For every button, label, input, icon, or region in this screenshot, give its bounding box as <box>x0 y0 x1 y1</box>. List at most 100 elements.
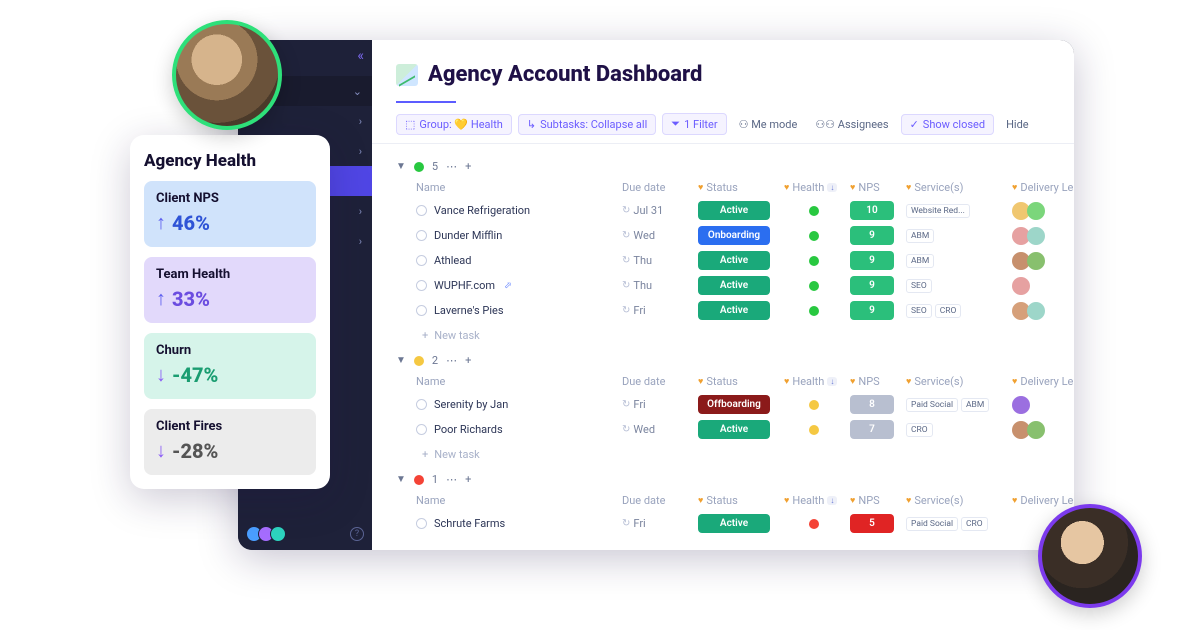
recur-icon: ↻ <box>622 205 630 216</box>
health-dot[interactable] <box>809 425 819 435</box>
task-row[interactable]: Poor Richards ↻Wed Active 7 CRO <box>396 417 1050 442</box>
lead-avatar[interactable] <box>1027 227 1045 245</box>
due-date[interactable]: ↻Fri <box>622 398 692 411</box>
status-circle-icon[interactable] <box>416 305 427 316</box>
task-name: Schrute Farms <box>434 517 505 530</box>
lead-avatar[interactable] <box>1027 302 1045 320</box>
service-tag[interactable]: Paid Social <box>906 517 958 531</box>
status-circle-icon[interactable] <box>416 205 427 216</box>
status-badge[interactable]: Active <box>698 514 770 533</box>
status-circle-icon[interactable] <box>416 518 427 529</box>
due-date[interactable]: ↻Thu <box>622 254 692 267</box>
due-date[interactable]: ↻Fri <box>622 517 692 530</box>
lead-avatar[interactable] <box>1012 396 1030 414</box>
more-icon[interactable]: ⋯ <box>446 473 457 486</box>
group-by-pill[interactable]: ⬚Group: 💛 Health <box>396 114 512 135</box>
status-circle-icon[interactable] <box>416 399 427 410</box>
filter-pill[interactable]: ⏷1 Filter <box>662 113 726 135</box>
group-header[interactable]: ▼ 5 ⋯ + <box>396 160 1050 173</box>
status-circle-icon[interactable] <box>416 424 427 435</box>
health-dot[interactable] <box>809 306 819 316</box>
due-date[interactable]: ↻Thu <box>622 279 692 292</box>
health-dot[interactable] <box>809 206 819 216</box>
status-badge[interactable]: Active <box>698 301 770 320</box>
new-task-button[interactable]: +New task <box>396 442 1050 467</box>
task-row[interactable]: Laverne's Pies ↻Fri Active 9 SEOCRO <box>396 298 1050 323</box>
service-tag[interactable]: ABM <box>961 398 989 412</box>
task-row[interactable]: Schrute Farms ↻Fri Active 5 Paid SocialC… <box>396 511 1050 536</box>
task-row[interactable]: WUPHF.com⬀ ↻Thu Active 9 SEO <box>396 273 1050 298</box>
more-icon[interactable]: ⋯ <box>446 354 457 367</box>
nps-badge[interactable]: 9 <box>850 301 894 320</box>
add-task-icon[interactable]: + <box>465 473 471 486</box>
service-tag[interactable]: ABM <box>906 229 934 243</box>
task-row[interactable]: Vance Refrigeration ↻Jul 31 Active 10 We… <box>396 198 1050 223</box>
lead-avatar[interactable] <box>1027 421 1045 439</box>
task-row[interactable]: Athlead ↻Thu Active 9 ABM <box>396 248 1050 273</box>
health-dot[interactable] <box>809 400 819 410</box>
help-icon[interactable]: ? <box>350 527 364 541</box>
show-closed-pill[interactable]: ✓Show closed <box>901 114 995 135</box>
external-link-icon[interactable]: ⬀ <box>504 281 512 291</box>
health-dot[interactable] <box>809 281 819 291</box>
avatar-floating-1 <box>172 20 282 130</box>
arrow-up-icon: ↑ <box>156 210 166 235</box>
status-circle-icon[interactable] <box>416 280 427 291</box>
status-badge[interactable]: Active <box>698 201 770 220</box>
status-circle-icon[interactable] <box>416 230 427 241</box>
nps-badge[interactable]: 9 <box>850 276 894 295</box>
service-tag[interactable]: SEO <box>906 279 932 293</box>
caret-down-icon[interactable]: ▼ <box>396 355 406 366</box>
task-row[interactable]: Dunder Mifflin ↻Wed Onboarding 9 ABM <box>396 223 1050 248</box>
due-date[interactable]: ↻Fri <box>622 304 692 317</box>
me-mode-toggle[interactable]: ⚇ Me mode <box>733 115 804 134</box>
list-toolbar: ⬚Group: 💛 Health ↳Subtasks: Collapse all… <box>372 103 1074 144</box>
nps-badge[interactable]: 5 <box>850 514 894 533</box>
add-task-icon[interactable]: + <box>465 354 471 367</box>
task-name: Poor Richards <box>434 423 503 436</box>
add-task-icon[interactable]: + <box>465 160 471 173</box>
nps-badge[interactable]: 9 <box>850 226 894 245</box>
caret-down-icon[interactable]: ▼ <box>396 161 406 172</box>
nps-badge[interactable]: 7 <box>850 420 894 439</box>
service-tag[interactable]: SEO <box>906 304 932 318</box>
lead-avatar[interactable] <box>1027 252 1045 270</box>
service-tag[interactable]: Paid Social <box>906 398 958 412</box>
nps-badge[interactable]: 8 <box>850 395 894 414</box>
assignees-toggle[interactable]: ⚇⚇ Assignees <box>809 115 894 134</box>
status-circle-icon[interactable] <box>416 255 427 266</box>
status-badge[interactable]: Offboarding <box>698 395 770 414</box>
service-tag[interactable]: Website Red... <box>906 204 970 218</box>
nps-badge[interactable]: 10 <box>850 201 894 220</box>
service-tag[interactable]: CRO <box>906 423 933 437</box>
task-row[interactable]: Serenity by Jan ↻Fri Offboarding 8 Paid … <box>396 392 1050 417</box>
metric-value: 46% <box>172 211 210 235</box>
group-health-dot <box>414 162 424 172</box>
subtasks-pill[interactable]: ↳Subtasks: Collapse all <box>518 114 656 135</box>
new-task-button[interactable]: +New task <box>396 323 1050 348</box>
status-badge[interactable]: Active <box>698 251 770 270</box>
caret-down-icon[interactable]: ▼ <box>396 474 406 485</box>
group-header[interactable]: ▼ 2 ⋯ + <box>396 354 1050 367</box>
group-header[interactable]: ▼ 1 ⋯ + <box>396 473 1050 486</box>
status-badge[interactable]: Active <box>698 276 770 295</box>
app-window: « ⌕⌄ › › › › ? Agency Account Dashboard … <box>238 40 1074 550</box>
health-dot[interactable] <box>809 519 819 529</box>
collapse-sidebar-icon[interactable]: « <box>357 48 364 64</box>
hide-button[interactable]: Hide <box>1000 115 1035 134</box>
health-dot[interactable] <box>809 256 819 266</box>
due-date[interactable]: ↻Jul 31 <box>622 204 692 217</box>
presence-avatars[interactable] <box>246 526 286 542</box>
lead-avatar[interactable] <box>1012 277 1030 295</box>
service-tag[interactable]: CRO <box>961 517 988 531</box>
more-icon[interactable]: ⋯ <box>446 160 457 173</box>
due-date[interactable]: ↻Wed <box>622 229 692 242</box>
health-dot[interactable] <box>809 231 819 241</box>
service-tag[interactable]: CRO <box>935 304 962 318</box>
status-badge[interactable]: Active <box>698 420 770 439</box>
nps-badge[interactable]: 9 <box>850 251 894 270</box>
service-tag[interactable]: ABM <box>906 254 934 268</box>
due-date[interactable]: ↻Wed <box>622 423 692 436</box>
lead-avatar[interactable] <box>1027 202 1045 220</box>
status-badge[interactable]: Onboarding <box>698 226 770 245</box>
